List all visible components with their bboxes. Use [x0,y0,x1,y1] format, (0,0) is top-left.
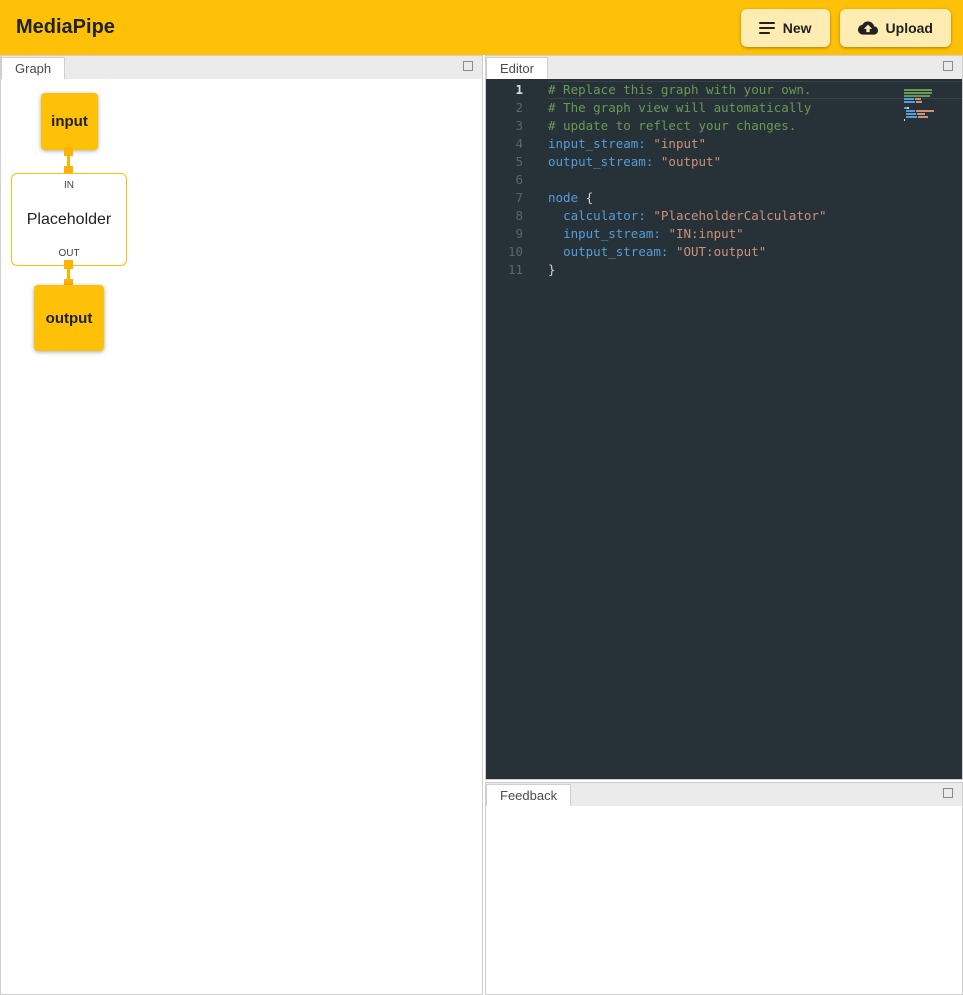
main-area: Graph input IN Placeholder OUT [0,55,963,995]
line-number-gutter: 1234567891011 [486,81,523,279]
tab-graph[interactable]: Graph [1,57,65,79]
maximize-icon[interactable] [943,61,953,71]
cloud-upload-icon [858,18,878,38]
feedback-content [486,806,962,994]
feedback-panel: Feedback [485,782,963,995]
app-header: MediaPipe New Upload [0,0,963,55]
maximize-icon[interactable] [943,788,953,798]
node-placeholder-label: Placeholder [27,211,112,229]
upload-button[interactable]: Upload [840,9,951,47]
graph-canvas[interactable]: input IN Placeholder OUT output [1,79,482,994]
graph-node-input[interactable]: input [41,93,98,150]
editor-panel-bar: Editor [486,56,962,79]
menu-icon [759,22,775,34]
node-input-label: input [51,113,88,130]
feedback-panel-bar: Feedback [486,783,962,806]
header-buttons: New Upload [741,9,951,47]
input-port-label: IN [64,180,74,191]
new-button[interactable]: New [741,9,830,47]
new-button-label: New [783,20,812,36]
code-editor[interactable]: 1234567891011 # Replace this graph with … [486,79,962,779]
maximize-icon[interactable] [463,61,473,71]
graph-panel: Graph input IN Placeholder OUT [0,55,483,995]
app-title: MediaPipe [16,16,115,39]
graph-node-placeholder[interactable]: IN Placeholder OUT [11,173,127,266]
editor-minimap[interactable] [904,82,952,115]
upload-button-label: Upload [886,20,933,36]
graph-panel-bar: Graph [1,56,482,79]
code-lines[interactable]: # Replace this graph with your own.# The… [548,81,962,279]
tab-editor[interactable]: Editor [486,57,548,79]
node-output-label: output [46,310,93,327]
graph-node-output[interactable]: output [34,285,104,351]
tab-feedback[interactable]: Feedback [486,784,571,806]
editor-panel: Editor 1234567891011 # Replace this grap… [485,55,963,780]
output-port-label: OUT [58,248,79,259]
